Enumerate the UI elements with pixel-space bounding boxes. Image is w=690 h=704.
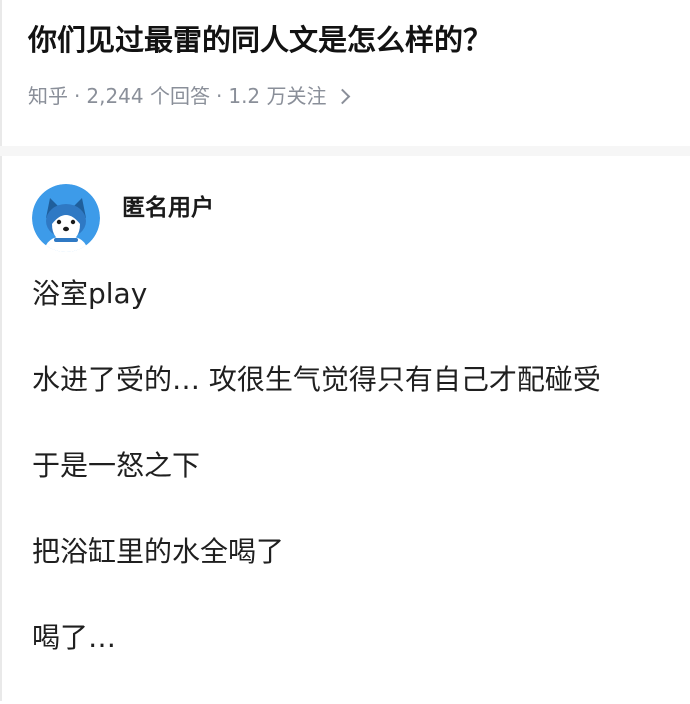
avatar[interactable] [32, 184, 100, 252]
answer-paragraph: 于是一怒之下 [32, 449, 201, 482]
chevron-right-icon[interactable] [334, 88, 350, 105]
author-name[interactable]: 匿名用户 [122, 188, 214, 222]
answer-body: 浴室play 水进了受的… 攻很生气觉得只有自己才配碰受 于是一怒之下 把浴缸里… [32, 274, 670, 658]
answer-paragraph: 喝了… [32, 621, 117, 654]
anonymous-dog-avatar-icon [32, 184, 100, 252]
meta-answer-count: 2,244 个回答 [86, 84, 210, 108]
question-header: 你们见过最雷的同人文是怎么样的？ 知乎 · 2,244 个回答 · 1.2 万关… [28, 18, 670, 110]
meta-follower-count: 1.2 万关注 [228, 84, 327, 108]
answer-paragraph: 水进了受的… 攻很生气觉得只有自己才配碰受 [32, 363, 601, 396]
answer-card: 匿名用户 浴室play 水进了受的… 攻很生气觉得只有自己才配碰受 于是一怒之下… [32, 184, 670, 704]
answer-paragraph: 把浴缸里的水全喝了 [32, 535, 285, 568]
section-divider [0, 146, 690, 156]
page-left-border [0, 0, 2, 701]
meta-separator: · [215, 84, 223, 108]
answer-paragraph: 浴室play [32, 277, 148, 310]
question-title[interactable]: 你们见过最雷的同人文是怎么样的？ [28, 18, 670, 62]
meta-separator: · [74, 84, 81, 108]
question-meta[interactable]: 知乎 · 2,244 个回答 · 1.2 万关注 [28, 82, 670, 110]
meta-source: 知乎 [28, 84, 68, 108]
author-row[interactable]: 匿名用户 [32, 184, 670, 252]
